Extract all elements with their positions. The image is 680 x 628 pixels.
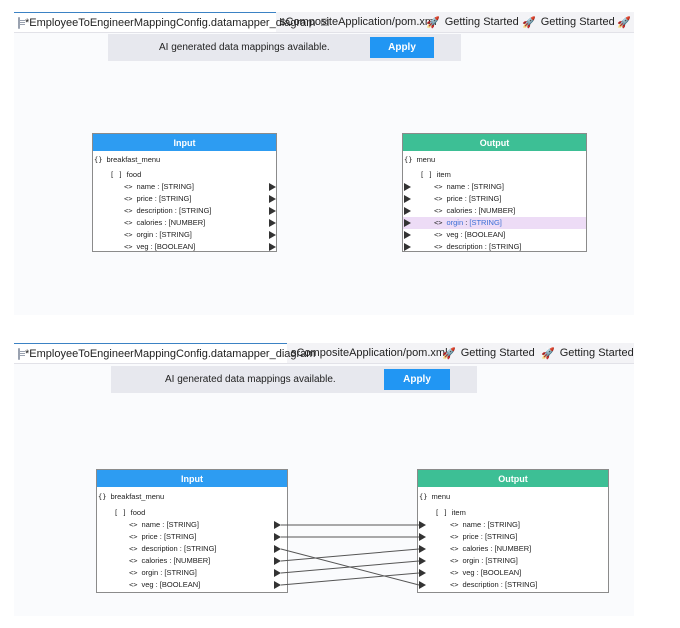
tab-label: Getting Started (540, 16, 615, 28)
output-port-arrow[interactable] (274, 521, 281, 529)
input-schema-box: Input {} breakfast_menu [ ] food <> name : … (92, 133, 277, 252)
input-port-arrow[interactable] (404, 219, 411, 227)
output-field-price[interactable]: <> price : [STRING] (434, 193, 501, 205)
output-port-arrow[interactable] (269, 219, 276, 227)
datamapper-pane-before: *EmployeeToEngineerMappingConfig.datamap… (14, 12, 634, 315)
tab-label: sCompositeApplication/pom.xml (280, 16, 437, 28)
input-field-calories[interactable]: <> calories : [NUMBER] (124, 217, 205, 229)
tab-label: *EmployeeToEngineerMappingConfig.datamap… (25, 17, 316, 29)
output-port-arrow[interactable] (269, 243, 276, 251)
input-field-price[interactable]: <> price : [STRING] (124, 193, 191, 205)
output-port-arrow[interactable] (274, 533, 281, 541)
datamapper-pane-after: *EmployeeToEngineerMappingConfig.datamap… (14, 343, 634, 616)
tab-datamapper-diagram[interactable]: *EmployeeToEngineerMappingConfig.datamap… (14, 12, 329, 32)
output-field-orgin-highlighted[interactable]: <> orgin : [STRING] (403, 217, 586, 229)
file-icon (18, 17, 25, 29)
output-field-veg[interactable]: <> veg : [BOOLEAN] (434, 229, 505, 241)
input-port-arrow[interactable] (419, 581, 426, 589)
ai-mapping-banner: AI generated data mappings available. Ap… (108, 34, 461, 61)
output-port-arrow[interactable] (274, 569, 281, 577)
output-port-arrow[interactable] (269, 231, 276, 239)
output-port-arrow[interactable] (274, 581, 281, 589)
output-field-name[interactable]: <> name : [STRING] (434, 181, 504, 193)
apply-button[interactable]: Apply (370, 37, 434, 58)
mapping-link-veg[interactable] (280, 572, 420, 586)
rocket-icon: 🚀 (426, 16, 440, 29)
input-array[interactable]: [ ] food (110, 169, 141, 181)
input-port-arrow[interactable] (404, 195, 411, 203)
tab-label: Getting Started (444, 16, 519, 28)
output-array[interactable]: [ ] item (420, 169, 451, 181)
input-field-description[interactable]: <> description : [STRING] (124, 205, 212, 217)
editor-tab-bar: *EmployeeToEngineerMappingConfig.datamap… (14, 12, 634, 33)
output-field-description[interactable]: <> description : [STRING] (434, 241, 522, 253)
input-field-name[interactable]: <> name : [STRING] (124, 181, 194, 193)
input-field-veg[interactable]: <> veg : [BOOLEAN] (124, 241, 195, 253)
input-port-arrow[interactable] (419, 521, 426, 529)
rocket-icon: 🚀 (617, 16, 631, 29)
input-port-arrow[interactable] (404, 207, 411, 215)
output-port-arrow[interactable] (269, 195, 276, 203)
output-schema-box: Output {} menu [ ] item <> name : [STRING] … (402, 133, 587, 252)
input-port-arrow[interactable] (419, 569, 426, 577)
input-field-orgin[interactable]: <> orgin : [STRING] (124, 229, 192, 241)
input-port-arrow[interactable] (404, 183, 411, 191)
output-port-arrow[interactable] (274, 545, 281, 553)
tab-getting-started-2[interactable]: 🚀 Getting Started (522, 12, 615, 32)
rocket-icon: 🚀 (522, 16, 536, 29)
output-port-arrow[interactable] (269, 207, 276, 215)
input-port-arrow[interactable] (404, 243, 411, 251)
tab-overflow[interactable]: 🚀 (617, 12, 634, 32)
input-header: Input (93, 134, 276, 151)
mapping-link-calories[interactable] (280, 548, 420, 562)
output-port-arrow[interactable] (274, 557, 281, 565)
input-port-arrow[interactable] (404, 231, 411, 239)
mapping-links (274, 521, 426, 589)
tab-getting-started[interactable]: 🚀 Getting Started (426, 12, 519, 32)
input-port-arrow[interactable] (419, 545, 426, 553)
output-header: Output (403, 134, 586, 151)
output-port-arrow[interactable] (269, 183, 276, 191)
input-port-arrow[interactable] (419, 533, 426, 541)
tab-pom-xml[interactable]: sCompositeApplication/pom.xml (280, 12, 437, 32)
output-root[interactable]: {} menu (404, 154, 435, 166)
mapping-link-orgin[interactable] (280, 560, 420, 574)
output-field-calories[interactable]: <> calories : [NUMBER] (434, 205, 515, 217)
input-port-arrow[interactable] (419, 557, 426, 565)
input-root[interactable]: {} breakfast_menu (94, 154, 160, 166)
